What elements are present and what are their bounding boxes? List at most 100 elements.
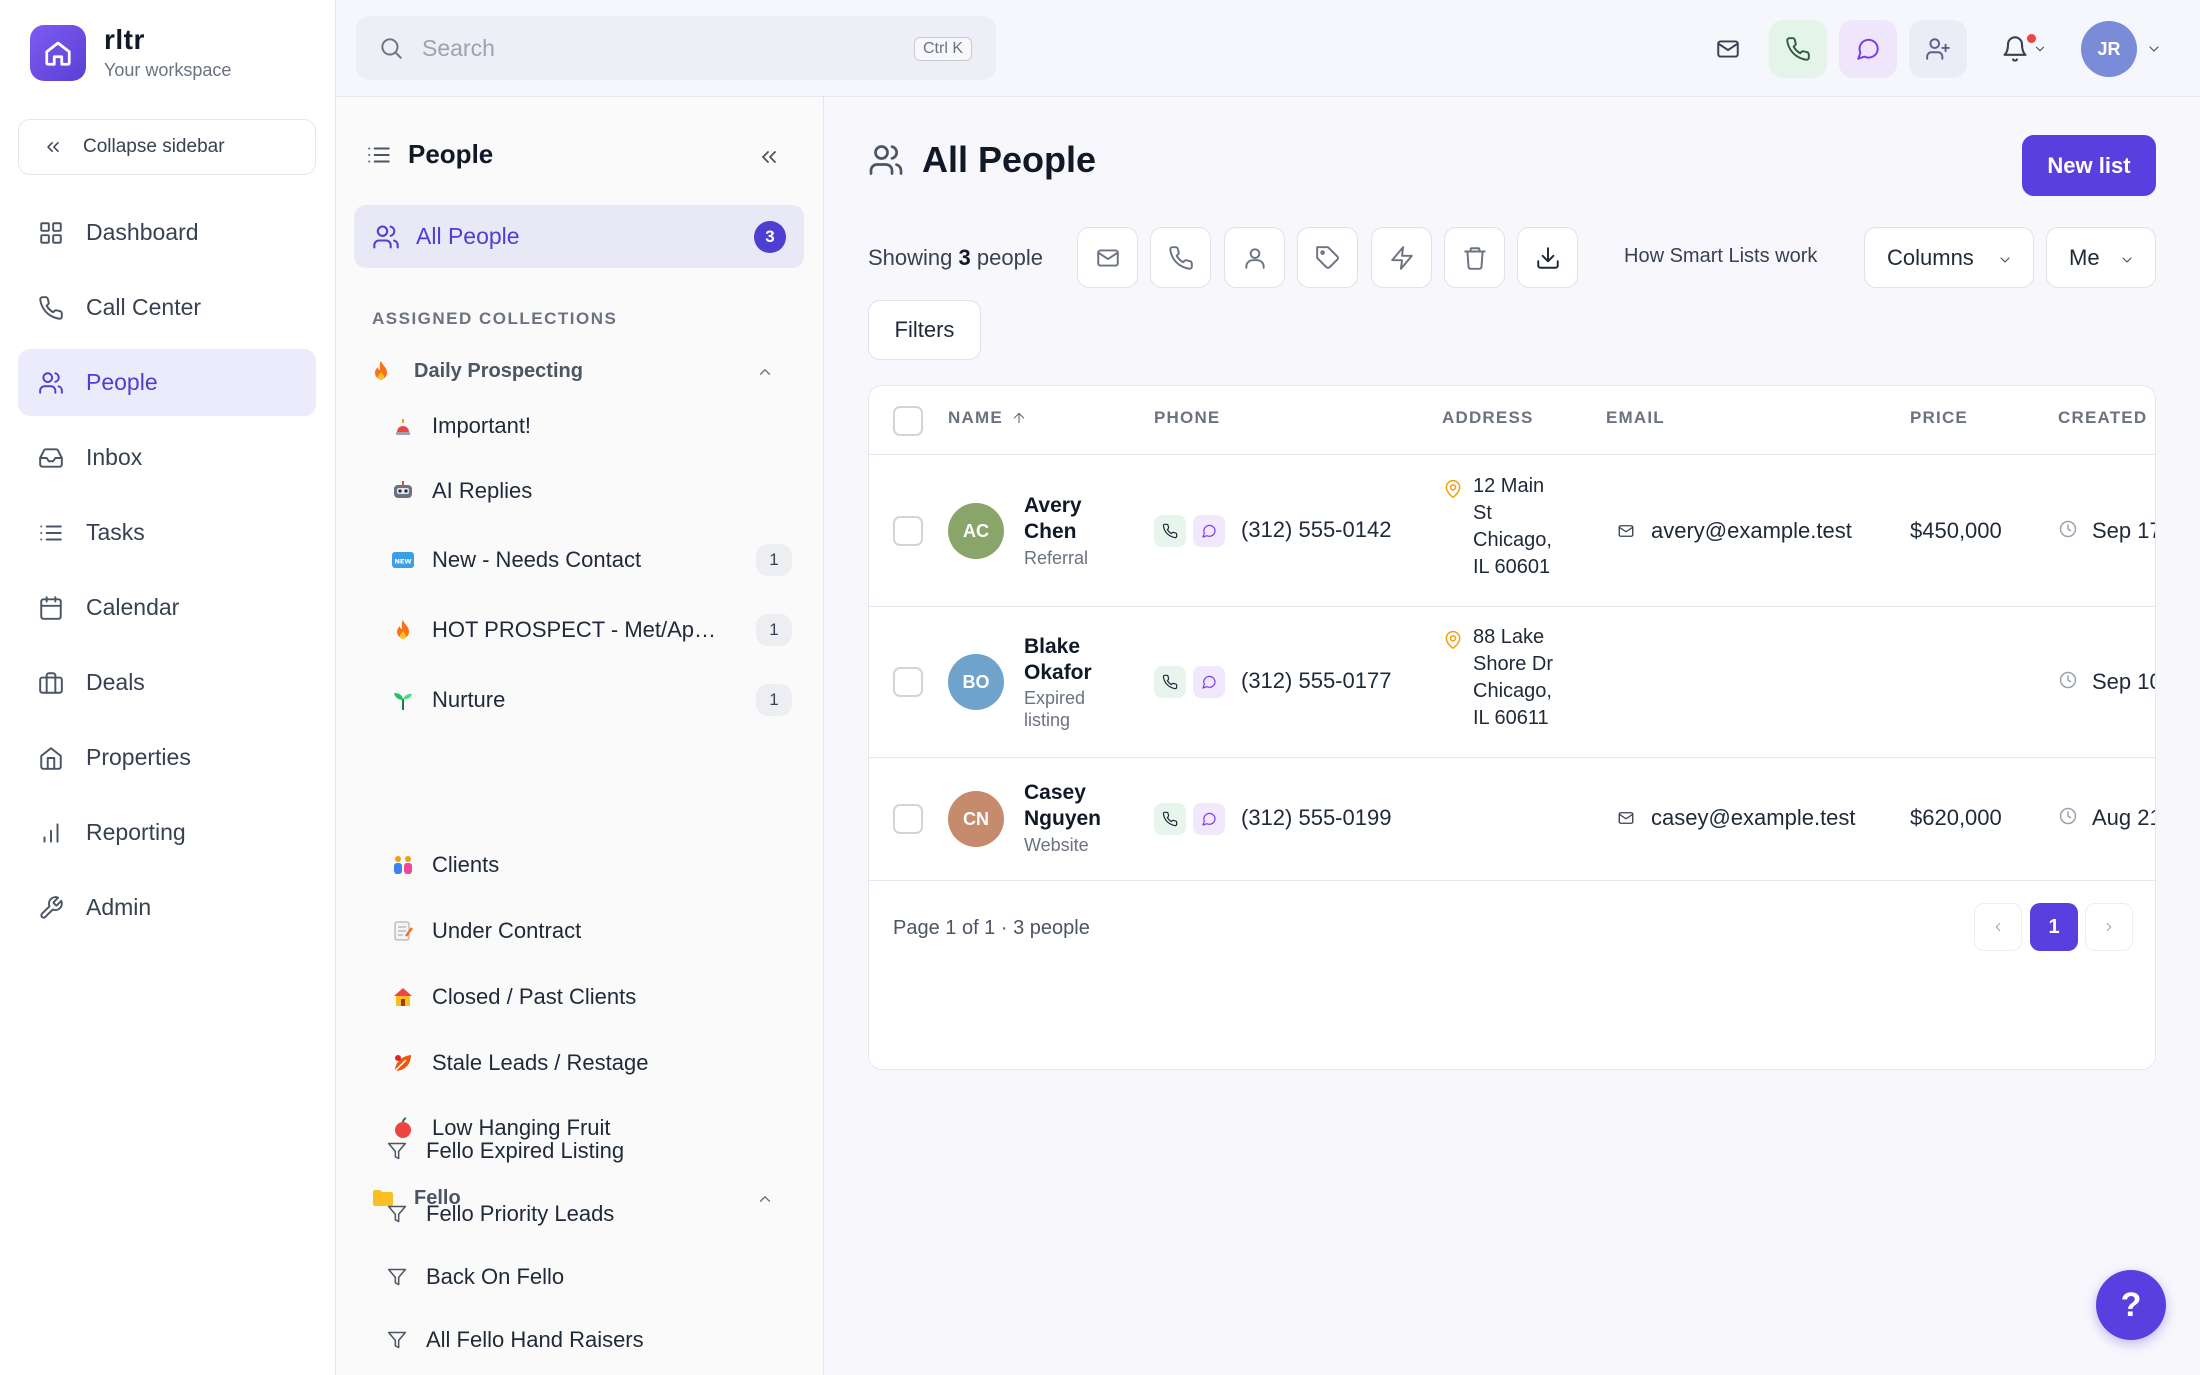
arrow-up-icon bbox=[1013, 412, 1025, 424]
nav-item-reporting[interactable]: Reporting bbox=[18, 799, 316, 866]
message-circle-icon bbox=[1202, 524, 1216, 538]
calendar-icon bbox=[40, 595, 62, 620]
chevron-down-icon bbox=[2035, 46, 2045, 52]
column-header-created[interactable]: CREATED bbox=[2058, 408, 2147, 428]
email-address[interactable]: avery@example.test bbox=[1651, 518, 1852, 544]
how-smart-lists-link[interactable]: How Smart Lists work bbox=[1624, 245, 1817, 268]
nav-item-people[interactable]: People bbox=[18, 349, 316, 416]
nav-item-inbox[interactable]: Inbox bbox=[18, 424, 316, 491]
column-header-phone[interactable]: PHONE bbox=[1154, 408, 1220, 428]
search-input[interactable]: Search Ctrl K bbox=[356, 16, 996, 80]
collection-fello-priority-leads[interactable]: Fello Priority Leads bbox=[384, 1194, 786, 1234]
bell-icon bbox=[2003, 36, 2027, 62]
page-1-button[interactable]: 1 bbox=[2030, 903, 2078, 951]
call-button[interactable] bbox=[1769, 20, 1827, 78]
sms-button[interactable] bbox=[1839, 20, 1897, 78]
person-name[interactable]: Avery Chen bbox=[1024, 493, 1114, 545]
user-avatar[interactable]: JR bbox=[2081, 21, 2137, 77]
trash-icon bbox=[1463, 246, 1486, 270]
select-all-checkbox[interactable] bbox=[893, 406, 923, 436]
assign-user-button[interactable] bbox=[1224, 227, 1285, 288]
collection-label: Nurture bbox=[432, 687, 506, 712]
filter-icon bbox=[384, 1330, 410, 1350]
row-call-button[interactable] bbox=[1154, 666, 1186, 698]
automation-button[interactable] bbox=[1371, 227, 1432, 288]
column-header-email[interactable]: EMAIL bbox=[1606, 408, 1665, 428]
prev-page-button[interactable] bbox=[1974, 903, 2022, 951]
person-name[interactable]: Blake Okafor bbox=[1024, 634, 1114, 686]
column-header-address[interactable]: ADDRESS bbox=[1442, 408, 1534, 428]
email-button[interactable] bbox=[1699, 20, 1757, 78]
help-button[interactable]: ? bbox=[2096, 1270, 2166, 1340]
collection-all-fello-hand-raisers[interactable]: All Fello Hand Raisers bbox=[384, 1320, 786, 1360]
collection-nurture[interactable]: Nurture 1 bbox=[390, 680, 792, 720]
new-list-button[interactable]: New list bbox=[2022, 135, 2156, 196]
collection-important[interactable]: Important! bbox=[390, 406, 792, 446]
brand[interactable]: rltr Your workspace bbox=[30, 24, 231, 81]
row-sms-button[interactable] bbox=[1193, 515, 1225, 547]
person-name[interactable]: Casey Nguyen bbox=[1024, 780, 1114, 832]
collection-label: AI Replies bbox=[432, 478, 533, 503]
showing-suffix: people bbox=[976, 245, 1043, 270]
bulk-email-button[interactable] bbox=[1077, 227, 1138, 288]
bar-chart-icon bbox=[43, 822, 59, 843]
row-checkbox[interactable] bbox=[893, 516, 923, 546]
nav-item-admin[interactable]: Admin bbox=[18, 874, 316, 941]
nav-item-properties[interactable]: Properties bbox=[18, 724, 316, 791]
row-sms-button[interactable] bbox=[1193, 666, 1225, 698]
row-sms-button[interactable] bbox=[1193, 803, 1225, 835]
filters-button[interactable]: Filters bbox=[868, 300, 981, 360]
nav-item-tasks[interactable]: Tasks bbox=[18, 499, 316, 566]
address-line: 88 Lake bbox=[1473, 626, 1545, 648]
robot-icon bbox=[390, 481, 416, 501]
collection-back-on-fello[interactable]: Back On Fello bbox=[384, 1257, 786, 1297]
next-page-button[interactable] bbox=[2085, 903, 2133, 951]
address-line: IL 60611 bbox=[1473, 707, 1549, 729]
tag-button[interactable] bbox=[1297, 227, 1358, 288]
nav-item-call-center[interactable]: Call Center bbox=[18, 274, 316, 341]
collection-clients[interactable]: Clients bbox=[390, 845, 792, 885]
collection-new-needs-contact[interactable]: NEW New - Needs Contact 1 bbox=[390, 540, 792, 580]
owner-dropdown[interactable]: Me bbox=[2046, 227, 2156, 288]
phone-number[interactable]: (312) 555-0199 bbox=[1241, 805, 1391, 831]
collection-stale-leads[interactable]: Stale Leads / Restage bbox=[390, 1043, 792, 1083]
phone-number[interactable]: (312) 555-0142 bbox=[1241, 517, 1391, 543]
table-row[interactable]: BO Blake Okafor Expired listing (312) 55… bbox=[869, 606, 2155, 757]
mail-icon bbox=[1717, 40, 1739, 58]
column-header-name[interactable]: NAME bbox=[948, 408, 1027, 428]
row-call-button[interactable] bbox=[1154, 803, 1186, 835]
collection-all-people[interactable]: All People 3 bbox=[354, 205, 804, 268]
showing-prefix: Showing bbox=[868, 245, 953, 270]
showing-count-text: Showing 3 people bbox=[868, 245, 1043, 271]
table-row[interactable]: AC Avery Chen Referral (312) 555-0142 12… bbox=[869, 454, 2155, 606]
nav-item-deals[interactable]: Deals bbox=[18, 649, 316, 716]
row-checkbox[interactable] bbox=[893, 667, 923, 697]
columns-dropdown[interactable]: Columns bbox=[1864, 227, 2034, 288]
add-person-button[interactable] bbox=[1909, 20, 1967, 78]
user-menu-chevron-icon[interactable] bbox=[2146, 41, 2162, 57]
collection-count: 1 bbox=[756, 614, 792, 646]
collection-hot-prospect[interactable]: HOT PROSPECT - Met/Appointment Set 1 bbox=[390, 610, 792, 650]
group-daily-prospecting[interactable]: Daily Prospecting bbox=[372, 351, 792, 391]
nav-item-calendar[interactable]: Calendar bbox=[18, 574, 316, 641]
row-call-button[interactable] bbox=[1154, 515, 1186, 547]
export-button[interactable] bbox=[1517, 227, 1578, 288]
brand-subtitle: Your workspace bbox=[104, 60, 232, 80]
address-line: Shore Dr bbox=[1473, 653, 1554, 675]
collection-closed-past-clients[interactable]: Closed / Past Clients bbox=[390, 977, 792, 1017]
bulk-call-button[interactable] bbox=[1150, 227, 1211, 288]
delete-button[interactable] bbox=[1444, 227, 1505, 288]
collapse-panel-button[interactable] bbox=[757, 145, 781, 169]
collection-under-contract[interactable]: Under Contract bbox=[390, 911, 792, 951]
collection-fello-expired-listing[interactable]: Fello Expired Listing bbox=[384, 1131, 786, 1171]
notifications-button[interactable] bbox=[1989, 20, 2059, 78]
collection-ai-replies[interactable]: AI Replies bbox=[390, 471, 792, 511]
phone-number[interactable]: (312) 555-0177 bbox=[1241, 668, 1391, 694]
column-header-price[interactable]: PRICE bbox=[1910, 408, 1968, 428]
nav-label: Properties bbox=[86, 744, 191, 770]
collapse-sidebar-button[interactable]: Collapse sidebar bbox=[18, 119, 316, 175]
row-checkbox[interactable] bbox=[893, 804, 923, 834]
email-address[interactable]: casey@example.test bbox=[1651, 805, 1856, 831]
table-row[interactable]: CN Casey Nguyen Website (312) 555-0199 c… bbox=[869, 757, 2155, 880]
nav-item-dashboard[interactable]: Dashboard bbox=[18, 199, 316, 266]
